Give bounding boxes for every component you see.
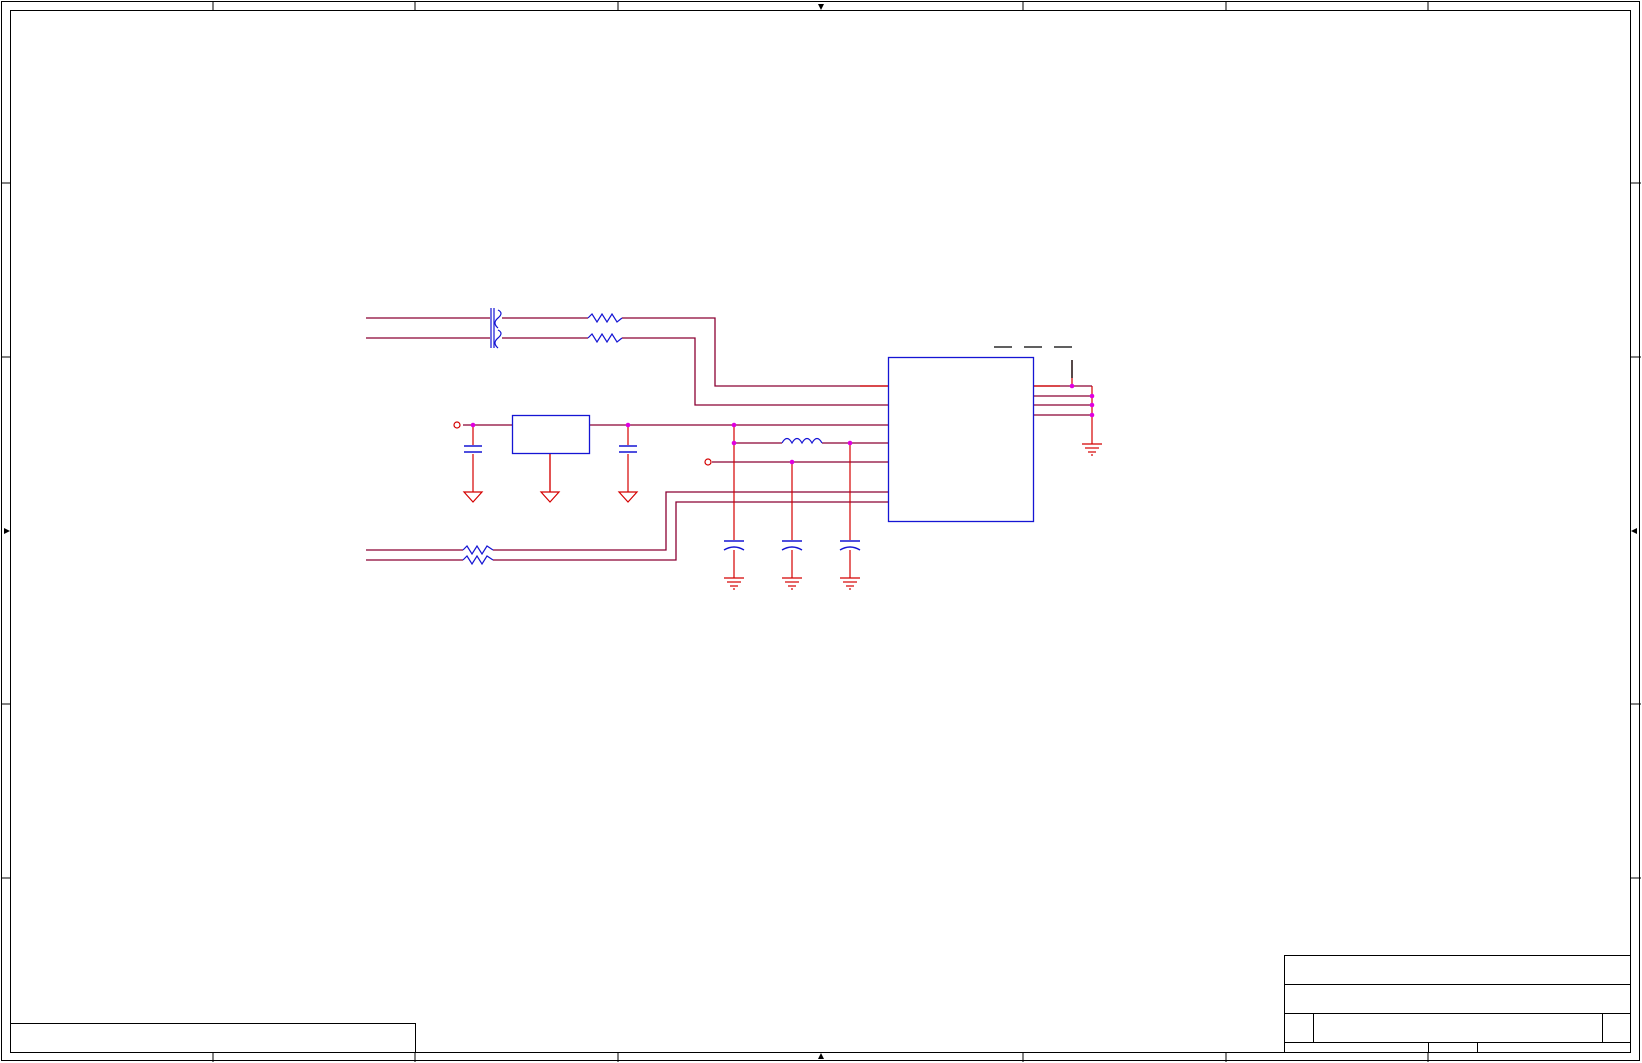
test-points bbox=[453, 421, 712, 466]
capacitor-icon bbox=[723, 540, 745, 551]
junction-dot bbox=[1089, 393, 1095, 399]
wires bbox=[472, 360, 1093, 578]
ground-icon bbox=[1082, 443, 1102, 456]
capacitor-icon bbox=[619, 445, 637, 453]
junction-dot bbox=[1069, 383, 1075, 389]
ground-icon bbox=[539, 491, 561, 503]
junction-dot bbox=[789, 459, 795, 465]
ground-icon bbox=[782, 577, 802, 590]
junction-dot bbox=[470, 422, 476, 428]
resistor-icon bbox=[462, 554, 494, 566]
capacitor-icon bbox=[781, 540, 803, 551]
capacitor-icon bbox=[839, 540, 861, 551]
main-ic bbox=[887, 356, 1035, 523]
junction-dot bbox=[731, 440, 737, 446]
schematic-sheet bbox=[1, 1, 1641, 1062]
wire-top-2c bbox=[622, 337, 888, 406]
inductor-icon bbox=[781, 437, 823, 445]
test-point-icon bbox=[704, 458, 712, 466]
wire-low-2b bbox=[493, 501, 888, 561]
ground-icon bbox=[617, 491, 639, 503]
resistor-icon bbox=[587, 332, 623, 344]
junction-dot bbox=[731, 422, 737, 428]
junction-dot bbox=[1089, 402, 1095, 408]
regulator-ic bbox=[511, 414, 591, 455]
junction-dot bbox=[847, 440, 853, 446]
junctions bbox=[470, 383, 1095, 465]
zone-ticks bbox=[1, 1, 1641, 1062]
junction-dot bbox=[625, 422, 631, 428]
ground-icon bbox=[724, 577, 744, 590]
bus-wires bbox=[366, 317, 1092, 561]
test-point-icon bbox=[453, 421, 461, 429]
resistor-icon bbox=[587, 312, 623, 324]
notes-box bbox=[10, 1023, 416, 1053]
junction-dot bbox=[1089, 412, 1095, 418]
transformer-icon bbox=[490, 308, 502, 349]
sheet-frame bbox=[1, 1, 1640, 1061]
ground-icon bbox=[840, 577, 860, 590]
resistor-icon bbox=[462, 544, 494, 556]
center-arrows bbox=[4, 4, 1637, 1059]
wire-top-1c bbox=[622, 317, 888, 387]
ground-icon bbox=[462, 491, 484, 503]
wire-low-1b bbox=[493, 491, 888, 551]
capacitor-icon bbox=[464, 445, 482, 453]
title-block bbox=[1284, 955, 1631, 1053]
